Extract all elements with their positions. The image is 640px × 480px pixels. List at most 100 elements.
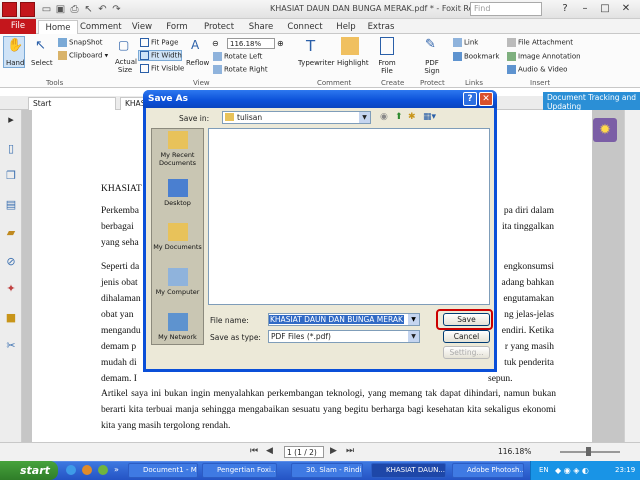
pdf-sign-icon[interactable]: ✎ — [425, 37, 436, 52]
clipboard-button[interactable]: Clipboard ▾ — [58, 51, 108, 60]
expand-icon[interactable]: ▸ — [5, 114, 17, 126]
search-input[interactable]: Find — [470, 2, 542, 16]
layers-icon[interactable]: ❐ — [5, 170, 17, 182]
select-label[interactable]: Select — [31, 59, 53, 67]
undo-icon[interactable]: ↶ — [96, 3, 109, 16]
vertical-scrollbar[interactable] — [624, 110, 640, 442]
file-list[interactable] — [208, 128, 490, 305]
quicklaunch-chrome-icon[interactable] — [98, 465, 108, 475]
rotate-right-button[interactable]: Rotate Right — [213, 65, 268, 74]
language-indicator[interactable]: EN — [539, 461, 549, 480]
close-button[interactable]: ✕ — [616, 2, 636, 16]
tools-icon[interactable]: ✂ — [5, 340, 17, 352]
fit-page-button[interactable]: Fit Page — [140, 38, 178, 47]
zoom-in-icon[interactable]: ⊕ — [277, 39, 284, 48]
tab-file[interactable]: File — [0, 19, 36, 34]
pdf-sign-label[interactable]: PDF Sign — [421, 59, 443, 75]
save-icon[interactable]: ▣ — [54, 3, 67, 16]
minimize-button[interactable]: – — [575, 2, 595, 16]
prev-page-icon[interactable]: ◀ — [266, 446, 273, 456]
back-icon[interactable]: ◉ — [380, 112, 388, 122]
typewriter-label[interactable]: Typewriter — [298, 59, 335, 67]
place-desktop[interactable]: Desktop — [151, 179, 204, 207]
tab-connect[interactable]: Connect — [286, 20, 324, 34]
foxit-menu-icon[interactable] — [20, 2, 35, 17]
tab-form[interactable]: Form — [163, 20, 191, 34]
zoom-out-icon[interactable]: ⊖ — [212, 39, 219, 48]
bookmark-button[interactable]: Bookmark — [453, 52, 499, 61]
redo-icon[interactable]: ↷ — [110, 3, 123, 16]
quicklaunch-ie-icon[interactable] — [66, 465, 76, 475]
place-my-network[interactable]: My Network — [151, 313, 204, 341]
zoom-slider-thumb[interactable] — [586, 447, 591, 456]
signatures-icon[interactable]: ✦ — [5, 283, 17, 295]
promo-banner[interactable]: Document Tracking and Updating — [543, 92, 640, 112]
highlight-icon[interactable] — [341, 37, 359, 55]
place-my-documents[interactable]: My Documents — [151, 223, 204, 251]
dialog-help-button[interactable]: ? — [463, 92, 477, 106]
place-recent[interactable]: My Recent Documents — [151, 131, 204, 167]
rotate-left-button[interactable]: Rotate Left — [213, 52, 262, 61]
app-icon[interactable] — [2, 2, 17, 17]
views-menu-icon[interactable]: ▦▾ — [423, 112, 436, 122]
tab-start[interactable]: Start — [28, 97, 116, 110]
next-page-icon[interactable]: ▶ — [330, 446, 337, 456]
highlight-label[interactable]: Highlight — [337, 59, 369, 67]
help-icon[interactable]: ? — [555, 2, 575, 16]
file-attachment-button[interactable]: File Attachment — [507, 38, 573, 47]
last-page-icon[interactable]: ⏭ — [346, 446, 354, 456]
snapshot-button[interactable]: SnapShot — [58, 38, 103, 47]
typewriter-icon[interactable]: T — [306, 37, 315, 55]
tab-comment[interactable]: Comment — [80, 20, 122, 34]
audio-video-button[interactable]: Audio & Video — [507, 65, 567, 74]
up-folder-icon[interactable]: ⬆ — [395, 112, 403, 122]
pointer-icon[interactable]: ↖ — [82, 3, 95, 16]
task-music[interactable]: 30. Slam - Rindi... — [291, 463, 363, 478]
save-in-select[interactable]: tulisan ▼ — [222, 111, 371, 124]
tab-home[interactable]: Home — [38, 20, 78, 34]
tab-help[interactable]: Help — [334, 20, 358, 34]
zoom-field[interactable]: 116.18% — [227, 38, 275, 49]
lightbulb-icon[interactable]: ✹ — [593, 118, 617, 142]
file-name-input[interactable]: KHASIAT DAUN DAN BUNGA MERAK ▼ — [268, 313, 420, 326]
link-button[interactable]: Link — [453, 38, 478, 47]
from-file-label[interactable]: From File — [376, 59, 398, 75]
cancel-button[interactable]: Cancel — [443, 330, 490, 343]
new-folder-icon[interactable]: ✱ — [408, 112, 416, 122]
reflow-label[interactable]: Reflow — [186, 59, 209, 67]
print-icon[interactable]: ⎙ — [68, 3, 81, 16]
bookmarks-icon[interactable]: ▤ — [5, 199, 17, 211]
tab-share[interactable]: Share — [246, 20, 276, 34]
open-icon[interactable]: ▭ — [40, 3, 53, 16]
task-photoshop[interactable]: Adobe Photosh... — [452, 463, 524, 478]
dialog-close-button[interactable]: ✕ — [479, 92, 493, 106]
select-icon[interactable]: ↖ — [35, 38, 46, 53]
clock[interactable]: 23:19 — [615, 461, 635, 480]
actual-size-label[interactable]: Actual Size — [115, 58, 137, 74]
tray-icons[interactable]: ◆ ◉ ◈ ◐ — [555, 461, 589, 480]
place-my-computer[interactable]: My Computer — [151, 268, 204, 296]
save-type-select[interactable]: PDF Files (*.pdf) ▼ — [268, 330, 420, 343]
comments-icon[interactable]: ▰ — [5, 227, 17, 239]
maximize-button[interactable]: □ — [595, 2, 615, 16]
page-selector[interactable]: 1 (1 / 2) — [284, 446, 324, 458]
first-page-icon[interactable]: ⏮ — [250, 446, 258, 456]
from-file-icon[interactable] — [380, 37, 394, 55]
start-button[interactable]: start — [0, 461, 58, 480]
task-firefox[interactable]: Pengertian Foxi... — [202, 463, 277, 478]
security-lock-icon[interactable]: ■ — [5, 312, 17, 324]
save-button[interactable]: Save — [443, 313, 490, 326]
reflow-icon[interactable]: A — [191, 38, 199, 52]
quicklaunch-firefox-icon[interactable] — [82, 465, 92, 475]
pages-icon[interactable]: ▯ — [5, 143, 17, 155]
quicklaunch-more-icon[interactable]: » — [114, 465, 119, 474]
settings-button[interactable]: Setting... — [443, 346, 490, 359]
task-foxit[interactable]: KHASIAT DAUN... — [371, 463, 446, 478]
image-annotation-button[interactable]: Image Annotation — [507, 52, 581, 61]
tab-view[interactable]: View — [128, 20, 156, 34]
tab-extras[interactable]: Extras — [366, 20, 396, 34]
task-word[interactable]: Document1 - Mi... — [128, 463, 198, 478]
tab-protect[interactable]: Protect — [200, 20, 238, 34]
fit-visible-button[interactable]: Fit Visible — [140, 64, 184, 73]
actual-size-icon[interactable]: ▢ — [118, 38, 129, 52]
